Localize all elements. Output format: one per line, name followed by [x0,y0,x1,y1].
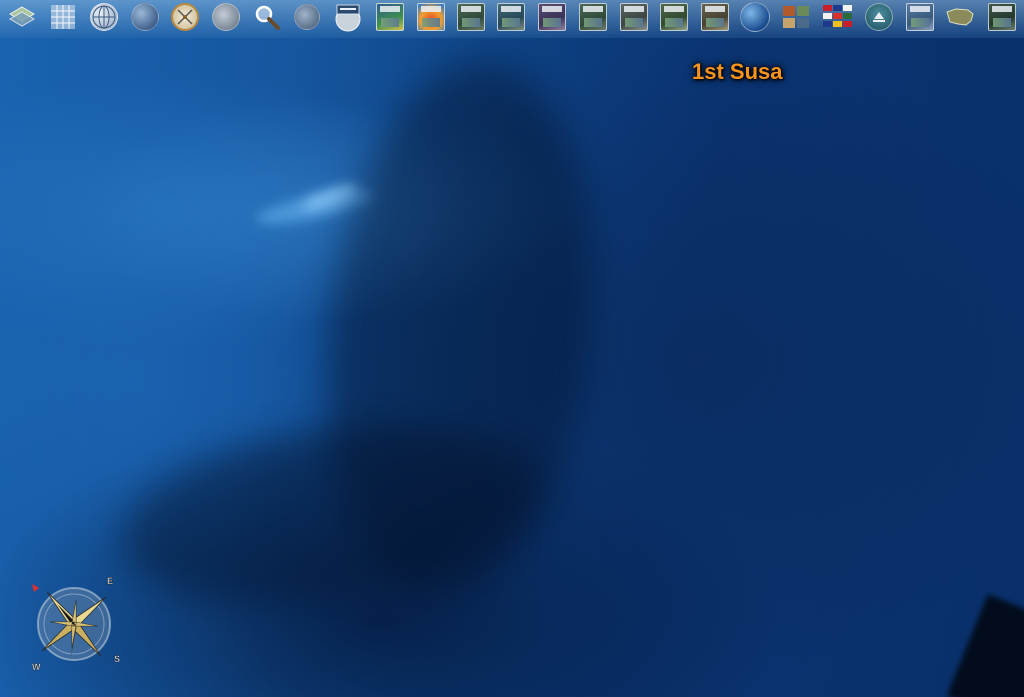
globe-viewport[interactable]: 1st Susa E S W [0,0,1024,697]
imagery-layer-2-icon[interactable] [497,3,525,31]
landmarks-icon[interactable] [865,3,893,31]
world-map-icon[interactable] [906,3,934,31]
compass-letter-e: E [107,576,113,586]
toolbar [0,0,1024,38]
compass-rose[interactable]: E S W [22,574,128,672]
earth-icon[interactable] [131,3,159,31]
place-names-icon[interactable] [333,2,363,32]
usa-map-icon[interactable] [944,3,976,31]
country-flags-icon[interactable] [822,3,854,31]
compass-letter-s: S [114,654,120,664]
blue-marble-icon[interactable] [740,2,770,32]
graticule-icon[interactable] [49,3,77,31]
globe-grid-icon[interactable] [90,3,118,31]
wms-icon[interactable] [376,3,404,31]
layer-manager-icon[interactable] [8,3,36,31]
imagery-layer-4-icon[interactable] [579,3,607,31]
stars-globe-icon[interactable] [212,3,240,31]
photo-grid-icon[interactable] [782,3,810,31]
place-label[interactable]: 1st Susa [692,59,783,85]
imagery-layer-6-icon[interactable] [660,3,688,31]
heatmap-icon[interactable] [417,3,445,31]
imagery-layer-3-icon[interactable] [538,3,566,31]
more-layers-icon[interactable] [988,3,1016,31]
imagery-layer-7-icon[interactable] [701,3,729,31]
north-arrow-icon [32,584,39,592]
imagery-layer-1-icon[interactable] [457,3,485,31]
search-icon[interactable] [253,3,281,31]
compass-icon[interactable] [171,3,199,31]
imagery-layer-5-icon[interactable] [620,3,648,31]
atmosphere-globe-icon[interactable] [294,4,320,30]
compass-letter-w: W [32,662,41,672]
horizon-edge [946,594,1024,697]
